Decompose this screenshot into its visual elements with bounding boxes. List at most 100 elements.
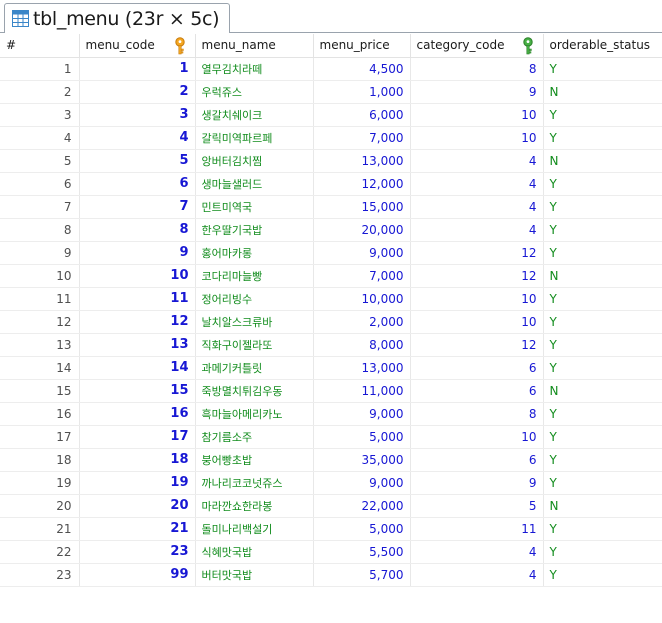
menu-name-cell[interactable]: 갈릭미역파르페	[195, 126, 314, 150]
menu-price-cell[interactable]: 13,000	[313, 356, 411, 380]
menu-code-cell[interactable]: 2	[79, 80, 196, 104]
menu-name-cell[interactable]: 한우딸기국밥	[195, 218, 314, 242]
table-row[interactable]: 2 2 우럭쥬스 1,000 9 N	[0, 80, 662, 104]
orderable-status-cell[interactable]: Y	[543, 218, 662, 242]
menu-price-cell[interactable]: 35,000	[313, 448, 411, 472]
menu-name-cell[interactable]: 죽방멸치튀김우동	[195, 379, 314, 403]
menu-price-cell[interactable]: 13,000	[313, 149, 411, 173]
category-code-cell[interactable]: 12	[410, 333, 544, 357]
menu-name-cell[interactable]: 돌미나리백설기	[195, 517, 314, 541]
orderable-status-cell[interactable]: Y	[543, 517, 662, 541]
menu-price-cell[interactable]: 15,000	[313, 195, 411, 219]
category-code-cell[interactable]: 4	[410, 195, 544, 219]
menu-price-cell[interactable]: 5,700	[313, 563, 411, 587]
table-row[interactable]: 23 99 버터맛국밥 5,700 4 Y	[0, 563, 662, 587]
menu-code-cell[interactable]: 17	[79, 425, 196, 449]
menu-price-cell[interactable]: 12,000	[313, 172, 411, 196]
orderable-status-cell[interactable]: Y	[543, 448, 662, 472]
menu-code-cell[interactable]: 20	[79, 494, 196, 518]
menu-price-cell[interactable]: 22,000	[313, 494, 411, 518]
orderable-status-cell[interactable]: N	[543, 264, 662, 288]
menu-name-cell[interactable]: 버터맛국밥	[195, 563, 314, 587]
menu-price-cell[interactable]: 5,000	[313, 517, 411, 541]
orderable-status-cell[interactable]: Y	[543, 195, 662, 219]
table-row[interactable]: 3 3 생갈치쉐이크 6,000 10 Y	[0, 103, 662, 127]
menu-code-cell[interactable]: 4	[79, 126, 196, 150]
menu-price-cell[interactable]: 2,000	[313, 310, 411, 334]
category-code-cell[interactable]: 6	[410, 356, 544, 380]
category-code-cell[interactable]: 4	[410, 540, 544, 564]
menu-code-cell[interactable]: 14	[79, 356, 196, 380]
menu-name-cell[interactable]: 붕어빵초밥	[195, 448, 314, 472]
category-code-cell[interactable]: 6	[410, 448, 544, 472]
column-header-menu-name[interactable]: menu_name	[195, 34, 314, 58]
menu-name-cell[interactable]: 과메기커틀릿	[195, 356, 314, 380]
column-header-category-code[interactable]: category_code	[410, 34, 544, 58]
table-row[interactable]: 1 1 열무김치라떼 4,500 8 Y	[0, 57, 662, 81]
table-row[interactable]: 11 11 정어리빙수 10,000 10 Y	[0, 287, 662, 311]
menu-price-cell[interactable]: 9,000	[313, 241, 411, 265]
category-code-cell[interactable]: 10	[410, 425, 544, 449]
menu-name-cell[interactable]: 날치알스크류바	[195, 310, 314, 334]
menu-name-cell[interactable]: 직화구이젤라또	[195, 333, 314, 357]
category-code-cell[interactable]: 10	[410, 287, 544, 311]
orderable-status-cell[interactable]: Y	[543, 172, 662, 196]
menu-code-cell[interactable]: 23	[79, 540, 196, 564]
category-code-cell[interactable]: 10	[410, 126, 544, 150]
menu-code-cell[interactable]: 13	[79, 333, 196, 357]
menu-name-cell[interactable]: 흑마늘아메리카노	[195, 402, 314, 426]
category-code-cell[interactable]: 4	[410, 172, 544, 196]
menu-code-cell[interactable]: 3	[79, 103, 196, 127]
menu-code-cell[interactable]: 19	[79, 471, 196, 495]
menu-name-cell[interactable]: 우럭쥬스	[195, 80, 314, 104]
orderable-status-cell[interactable]: Y	[543, 471, 662, 495]
orderable-status-cell[interactable]: Y	[543, 425, 662, 449]
table-row[interactable]: 7 7 민트미역국 15,000 4 Y	[0, 195, 662, 219]
table-row[interactable]: 20 20 마라깐쇼한라봉 22,000 5 N	[0, 494, 662, 518]
menu-price-cell[interactable]: 6,000	[313, 103, 411, 127]
table-row[interactable]: 16 16 흑마늘아메리카노 9,000 8 Y	[0, 402, 662, 426]
table-row[interactable]: 22 23 식혜맛국밥 5,500 4 Y	[0, 540, 662, 564]
column-header-menu-price[interactable]: menu_price	[313, 34, 411, 58]
data-grid[interactable]: # menu_code menu_name menu_price categor…	[0, 34, 662, 589]
orderable-status-cell[interactable]: Y	[543, 563, 662, 587]
menu-code-cell[interactable]: 5	[79, 149, 196, 173]
column-header-rownum[interactable]: #	[0, 34, 80, 58]
menu-name-cell[interactable]: 민트미역국	[195, 195, 314, 219]
table-row[interactable]: 15 15 죽방멸치튀김우동 11,000 6 N	[0, 379, 662, 403]
orderable-status-cell[interactable]: N	[543, 80, 662, 104]
category-code-cell[interactable]: 11	[410, 517, 544, 541]
orderable-status-cell[interactable]: N	[543, 149, 662, 173]
orderable-status-cell[interactable]: Y	[543, 402, 662, 426]
menu-name-cell[interactable]: 열무김치라떼	[195, 57, 314, 81]
table-row[interactable]: 6 6 생마늘샐러드 12,000 4 Y	[0, 172, 662, 196]
orderable-status-cell[interactable]: Y	[543, 356, 662, 380]
menu-name-cell[interactable]: 마라깐쇼한라봉	[195, 494, 314, 518]
menu-code-cell[interactable]: 7	[79, 195, 196, 219]
table-row[interactable]: 18 18 붕어빵초밥 35,000 6 Y	[0, 448, 662, 472]
column-header-orderable-status[interactable]: orderable_status	[543, 34, 662, 58]
menu-name-cell[interactable]: 생갈치쉐이크	[195, 103, 314, 127]
orderable-status-cell[interactable]: Y	[543, 126, 662, 150]
menu-name-cell[interactable]: 코다리마늘빵	[195, 264, 314, 288]
orderable-status-cell[interactable]: Y	[543, 287, 662, 311]
menu-code-cell[interactable]: 10	[79, 264, 196, 288]
orderable-status-cell[interactable]: Y	[543, 103, 662, 127]
menu-price-cell[interactable]: 5,000	[313, 425, 411, 449]
menu-code-cell[interactable]: 9	[79, 241, 196, 265]
category-code-cell[interactable]: 12	[410, 264, 544, 288]
orderable-status-cell[interactable]: Y	[543, 333, 662, 357]
table-row[interactable]: 9 9 홍어마카롱 9,000 12 Y	[0, 241, 662, 265]
menu-code-cell[interactable]: 1	[79, 57, 196, 81]
menu-name-cell[interactable]: 참기름소주	[195, 425, 314, 449]
table-row[interactable]: 8 8 한우딸기국밥 20,000 4 Y	[0, 218, 662, 242]
menu-price-cell[interactable]: 5,500	[313, 540, 411, 564]
table-row[interactable]: 5 5 앙버터김치찜 13,000 4 N	[0, 149, 662, 173]
menu-code-cell[interactable]: 18	[79, 448, 196, 472]
menu-price-cell[interactable]: 7,000	[313, 126, 411, 150]
menu-name-cell[interactable]: 홍어마카롱	[195, 241, 314, 265]
category-code-cell[interactable]: 9	[410, 471, 544, 495]
menu-price-cell[interactable]: 9,000	[313, 402, 411, 426]
category-code-cell[interactable]: 10	[410, 310, 544, 334]
menu-code-cell[interactable]: 6	[79, 172, 196, 196]
